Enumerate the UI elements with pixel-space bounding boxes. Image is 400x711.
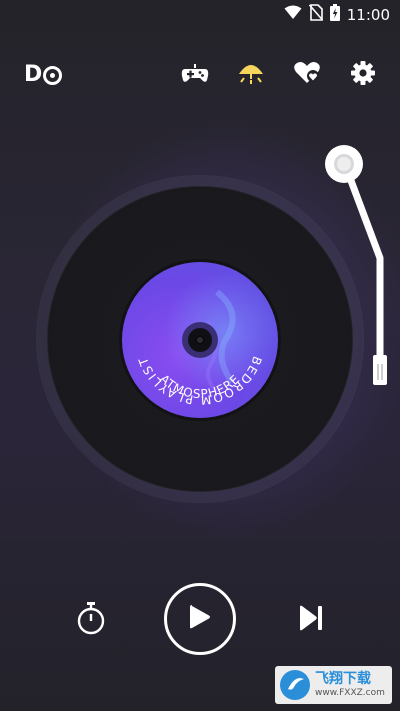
top-toolbar: D <box>0 57 400 93</box>
favorites-heart-icon <box>293 61 321 89</box>
play-button[interactable] <box>164 583 236 655</box>
play-icon <box>188 603 212 635</box>
watermark-url: www.FXXZ.com <box>315 688 385 698</box>
gamepad-button[interactable] <box>180 61 210 89</box>
no-sim-icon <box>308 4 323 25</box>
timer-icon <box>76 601 106 639</box>
app-logo: D <box>24 62 63 87</box>
spindle-hole <box>195 335 205 345</box>
watermark-logo-icon <box>279 669 311 701</box>
skip-next-icon <box>298 604 324 636</box>
night-lamp-icon <box>236 60 266 90</box>
tonearm[interactable] <box>318 140 398 390</box>
status-icons: 11:00 <box>284 4 390 25</box>
watermark: 飞翔下载 www.FXXZ.com <box>275 666 392 704</box>
logo-letter-o <box>43 65 63 85</box>
music-player-screen: 11:00 D BEDROOM PLAYLIST ATMOSPHERE 飞翔下载… <box>0 0 400 711</box>
logo-letter-d: D <box>24 62 43 87</box>
settings-button[interactable] <box>348 61 378 89</box>
battery-charging-icon <box>329 4 340 25</box>
wifi-icon <box>284 5 302 24</box>
night-lamp-button[interactable] <box>236 61 266 89</box>
gamepad-icon <box>181 62 209 88</box>
watermark-brand: 飞翔下载 <box>315 671 371 687</box>
status-time: 11:00 <box>346 5 390 24</box>
settings-gear-icon <box>350 60 376 90</box>
sleep-timer-button[interactable] <box>74 602 108 638</box>
status-bar: 11:00 <box>0 0 400 28</box>
skip-next-button[interactable] <box>296 604 326 636</box>
favorites-button[interactable] <box>292 61 322 89</box>
